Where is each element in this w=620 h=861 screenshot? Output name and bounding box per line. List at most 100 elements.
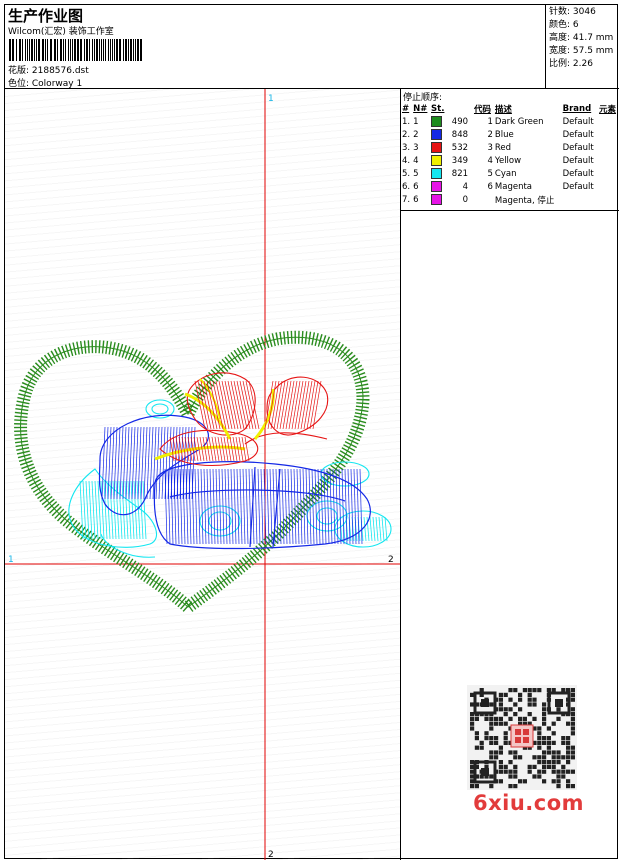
row-brand	[562, 193, 598, 206]
row-needle: 2	[413, 129, 419, 140]
sequence-header-row: # N# St. 代码 描述 Brand 元素	[401, 102, 619, 115]
pattern-file-label: 花版: 2188576.dst	[8, 66, 89, 76]
row-code	[473, 193, 494, 206]
row-brand: Default	[562, 181, 594, 192]
stitch-count-value: 848	[451, 130, 469, 140]
row-code: 2	[487, 129, 493, 140]
row-description: Magenta, 停止	[494, 195, 555, 206]
sequence-row: 4. 4 349 4 Yellow Default	[401, 154, 619, 167]
row-code: 6	[487, 181, 493, 192]
barcode	[9, 39, 142, 61]
row-stitches: 532	[430, 141, 473, 154]
row-index: 2.	[402, 129, 411, 140]
row-needle: 3	[413, 142, 419, 153]
embroidery-design: 1 2 1 2	[5, 89, 400, 860]
stitch-count-value: 821	[451, 169, 469, 179]
row-stitches: 349	[430, 154, 473, 167]
row-needle: 6	[413, 194, 419, 205]
col-header-index: #	[402, 103, 410, 114]
col-header-needle: N#	[413, 103, 428, 114]
design-canvas: 1 2 1 2	[5, 89, 401, 860]
thread-color-swatch	[431, 181, 443, 192]
row-description: Yellow	[494, 155, 522, 166]
row-index: 4.	[402, 155, 411, 166]
stitch-count-value: 532	[451, 143, 469, 153]
qr-code	[467, 685, 577, 790]
row-stitches: 4	[430, 180, 473, 193]
stitch-count: 针数: 3046	[549, 7, 596, 17]
col-header-element: 元素	[599, 104, 617, 115]
axis-label-left: 1	[8, 555, 14, 565]
row-stitches: 821	[430, 167, 473, 180]
watermark-text: 6xiu.com	[473, 791, 585, 815]
row-code: 5	[487, 168, 493, 179]
row-index: 3.	[402, 142, 411, 153]
row-index: 7.	[402, 194, 411, 205]
sequence-row: 6. 6 4 6 Magenta Default	[401, 180, 619, 193]
row-element	[598, 115, 619, 128]
row-element	[598, 141, 619, 154]
stats-panel: 针数: 3046 颜色: 6 高度: 41.7 mm 宽度: 57.5 mm 比…	[546, 5, 619, 89]
design-height: 高度: 41.7 mm	[549, 33, 614, 43]
row-brand: Default	[562, 168, 594, 179]
sequence-row: 5. 5 821 5 Cyan Default	[401, 167, 619, 180]
row-brand: Default	[562, 155, 594, 166]
row-element	[598, 154, 619, 167]
thread-color-swatch	[431, 116, 443, 127]
thread-color-swatch	[431, 194, 443, 205]
design-scale: 比例: 2.26	[549, 59, 593, 69]
row-index: 5.	[402, 168, 411, 179]
row-needle: 5	[413, 168, 419, 179]
thread-color-swatch	[431, 142, 443, 153]
row-element	[598, 193, 619, 206]
col-header-code: 代码	[473, 104, 491, 115]
stop-sequence-panel: 停止顺序: # N# St. 代码 描述 Brand 元素 1. 1 490 1 Dar…	[401, 89, 619, 860]
row-stitches: 0	[430, 193, 473, 206]
row-code: 1	[487, 116, 493, 127]
axis-label-bottom: 2	[268, 850, 274, 860]
row-stitches: 848	[430, 128, 473, 141]
row-needle: 1	[413, 116, 419, 127]
design-width: 宽度: 57.5 mm	[549, 46, 614, 56]
production-sheet: 生产作业图 Wilcom(汇宏) 装饰工作室 花版: 2188576.dst 色…	[4, 4, 619, 860]
row-element	[598, 180, 619, 193]
sheet-header: 生产作业图 Wilcom(汇宏) 装饰工作室 花版: 2188576.dst 色…	[5, 5, 546, 89]
row-description: Blue	[494, 129, 514, 140]
row-needle: 4	[413, 155, 419, 166]
row-element	[598, 128, 619, 141]
panel-divider	[401, 210, 619, 211]
row-code: 3	[487, 142, 493, 153]
stitch-count-value: 0	[462, 195, 469, 205]
row-description: Dark Green	[494, 116, 544, 127]
sequence-row: 3. 3 532 3 Red Default	[401, 141, 619, 154]
sequence-row: 1. 1 490 1 Dark Green Default	[401, 115, 619, 128]
row-index: 6.	[402, 181, 411, 192]
thread-color-swatch	[431, 168, 443, 179]
color-count: 颜色: 6	[549, 20, 579, 30]
thread-color-swatch	[431, 155, 443, 166]
sequence-row: 2. 2 848 2 Blue Default	[401, 128, 619, 141]
stitch-count-value: 349	[451, 156, 469, 166]
company-name: Wilcom(汇宏) 装饰工作室	[8, 27, 114, 37]
sheet-title: 生产作业图	[8, 7, 84, 25]
row-brand: Default	[562, 116, 594, 127]
row-needle: 6	[413, 181, 419, 192]
row-stitches: 490	[430, 115, 473, 128]
col-header-stitches: St.	[431, 103, 445, 114]
row-index: 1.	[402, 116, 411, 127]
axis-label-right: 2	[388, 555, 394, 565]
row-description: Magenta	[494, 181, 533, 192]
row-brand: Default	[562, 142, 594, 153]
colorway-label: 色位: Colorway 1	[8, 79, 83, 89]
row-description: Red	[494, 142, 512, 153]
col-header-description: 描述	[494, 104, 512, 115]
sequence-row: 7. 6 0 Magenta, 停止	[401, 193, 619, 206]
row-brand: Default	[562, 129, 594, 140]
stitch-count-value: 4	[462, 182, 469, 192]
row-code: 4	[487, 155, 493, 166]
stitch-count-value: 490	[451, 117, 469, 127]
row-element	[598, 167, 619, 180]
axis-label-top: 1	[268, 94, 274, 104]
col-header-brand: Brand	[562, 103, 592, 114]
thread-color-swatch	[431, 129, 443, 140]
